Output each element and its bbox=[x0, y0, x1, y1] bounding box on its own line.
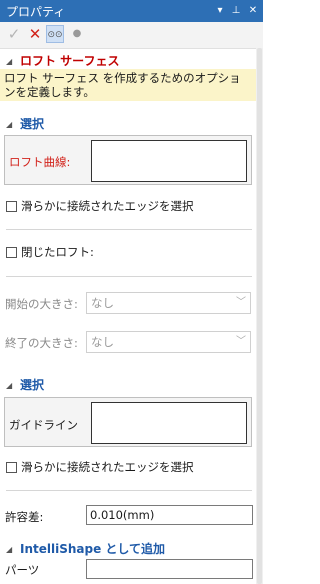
loft-surface-title: ロフト サーフェス bbox=[20, 54, 120, 68]
loft-curves-label: ロフト曲線: bbox=[9, 155, 71, 169]
chevron-down-icon: ﹀ bbox=[236, 297, 246, 308]
collapse-arrow-icon[interactable]: ◢ bbox=[6, 57, 20, 66]
tolerance-input[interactable]: 0.010(mm) bbox=[86, 505, 253, 525]
preview-glasses-icon[interactable]: ⊙⊙ bbox=[46, 25, 64, 43]
start-size-select[interactable]: なし ﹀ bbox=[86, 292, 251, 314]
loft-curves-list[interactable] bbox=[91, 140, 247, 182]
pin-icon[interactable]: ⊥ bbox=[229, 4, 243, 18]
panel-title: プロパティ bbox=[6, 5, 66, 19]
dropdown-arrow-icon[interactable]: ▾ bbox=[213, 4, 227, 18]
properties-panel-body: ◢ ロフト サーフェス ロフト サーフェス を作成するためのオプションを定義します… bbox=[0, 48, 256, 584]
intellishape-title: IntelliShape として追加 bbox=[20, 542, 166, 556]
collapse-arrow-icon[interactable]: ◢ bbox=[6, 545, 20, 554]
smooth-edges-label-1: 滑らかに接続されたエッジを選択 bbox=[21, 199, 194, 213]
part-label: パーツ bbox=[5, 563, 40, 577]
selection-header-1[interactable]: ◢ 選択 bbox=[6, 115, 44, 131]
guideline-list[interactable] bbox=[91, 402, 247, 444]
tolerance-label: 許容差: bbox=[5, 510, 44, 524]
smooth-edges-label-2: 滑らかに接続されたエッジを選択 bbox=[21, 460, 194, 474]
loft-surface-header[interactable]: ◢ ロフト サーフェス bbox=[6, 52, 119, 68]
panel-scrollbar[interactable] bbox=[256, 48, 263, 584]
smooth-edges-checkbox-2[interactable]: 滑らかに接続されたエッジを選択 bbox=[6, 459, 194, 475]
loft-curves-box: ロフト曲線: bbox=[4, 135, 252, 185]
divider bbox=[6, 229, 252, 230]
intellishape-header[interactable]: ◢ IntelliShape として追加 bbox=[6, 540, 165, 556]
checkbox-box[interactable] bbox=[6, 462, 17, 473]
close-icon[interactable]: ✕ bbox=[246, 4, 260, 18]
ok-check-icon[interactable]: ✓ bbox=[5, 25, 23, 43]
selection-title-2: 選択 bbox=[20, 378, 45, 392]
selection-header-2[interactable]: ◢ 選択 bbox=[6, 376, 44, 392]
collapse-arrow-icon[interactable]: ◢ bbox=[6, 381, 20, 390]
part-input[interactable] bbox=[86, 559, 253, 579]
selection-title-1: 選択 bbox=[20, 117, 45, 131]
start-size-label: 開始の大きさ: bbox=[5, 297, 78, 311]
cancel-x-icon[interactable]: ✕ bbox=[26, 25, 44, 43]
scrollbar-thumb[interactable] bbox=[257, 48, 262, 584]
guideline-box: ガイドライン bbox=[4, 397, 252, 447]
end-size-value: なし bbox=[91, 335, 114, 349]
divider bbox=[6, 276, 252, 277]
checkbox-box[interactable] bbox=[6, 201, 17, 212]
divider bbox=[6, 490, 252, 491]
guideline-label: ガイドライン bbox=[9, 418, 78, 432]
closed-loft-label: 閉じたロフト: bbox=[21, 245, 94, 259]
collapse-arrow-icon[interactable]: ◢ bbox=[6, 120, 20, 129]
start-size-value: なし bbox=[91, 296, 114, 310]
checkbox-box[interactable] bbox=[6, 247, 17, 258]
loft-description: ロフト サーフェス を作成するためのオプションを定義します。 bbox=[0, 69, 256, 101]
end-size-select[interactable]: なし ﹀ bbox=[86, 331, 251, 353]
end-size-label: 終了の大きさ: bbox=[5, 336, 78, 350]
properties-toolbar: ✓ ✕ ⊙⊙ ● bbox=[0, 22, 263, 49]
status-dot-icon: ● bbox=[72, 28, 82, 39]
properties-title-bar: プロパティ ▾ ⊥ ✕ bbox=[0, 0, 263, 22]
closed-loft-checkbox[interactable]: 閉じたロフト: bbox=[6, 244, 94, 260]
chevron-down-icon: ﹀ bbox=[236, 336, 246, 347]
smooth-edges-checkbox-1[interactable]: 滑らかに接続されたエッジを選択 bbox=[6, 198, 194, 214]
